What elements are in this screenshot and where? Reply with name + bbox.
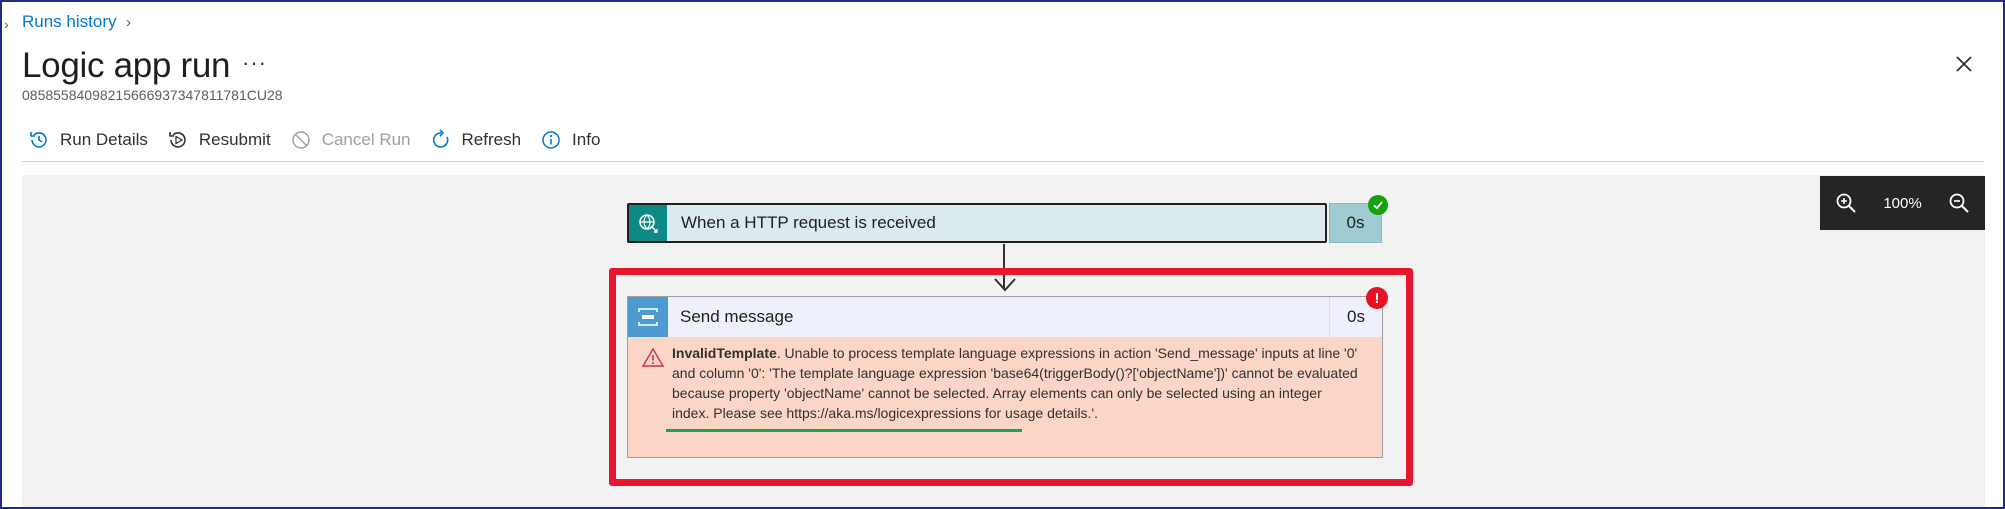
zoom-out-icon[interactable]: [1947, 191, 1971, 215]
annotation-underline: [666, 429, 1022, 432]
close-icon[interactable]: [1952, 52, 1976, 76]
cancel-icon: [291, 131, 310, 149]
run-details-label: Run Details: [60, 130, 148, 149]
cancel-run-label: Cancel Run: [321, 130, 411, 149]
breadcrumb-chevron-icon: ›: [126, 14, 131, 31]
page-title: Logic app run: [22, 46, 231, 85]
more-options-button[interactable]: ···: [242, 50, 267, 76]
refresh-label: Refresh: [461, 130, 522, 149]
resubmit-label: Resubmit: [198, 130, 271, 149]
info-button[interactable]: Info: [540, 129, 600, 151]
zoom-in-icon[interactable]: [1834, 191, 1858, 215]
breadcrumb-expand-chevron-icon[interactable]: ›: [4, 16, 9, 32]
resubmit-icon: [169, 132, 186, 148]
zoom-control: 100%: [1820, 176, 1985, 230]
trigger-name: When a HTTP request is received: [681, 213, 936, 232]
refresh-icon: [432, 129, 448, 148]
history-icon: [30, 132, 47, 148]
run-details-button[interactable]: Run Details: [28, 129, 148, 151]
run-id: 08585584098215666937347811781CU28: [22, 87, 283, 103]
info-icon: [542, 131, 560, 149]
toolbar: Run Details Resubmit Cancel Run Refresh …: [28, 125, 619, 155]
success-check-icon: [1368, 195, 1388, 215]
zoom-level: 100%: [1883, 194, 1922, 212]
toolbar-divider: [22, 161, 1984, 162]
http-request-icon: [629, 205, 667, 241]
breadcrumb-runs-history-link[interactable]: Runs history: [22, 12, 116, 32]
refresh-button[interactable]: Refresh: [430, 129, 522, 151]
resubmit-button[interactable]: Resubmit: [167, 129, 271, 151]
cancel-run-button[interactable]: Cancel Run: [290, 129, 411, 151]
trigger-card[interactable]: When a HTTP request is received: [627, 203, 1327, 243]
info-label: Info: [572, 130, 601, 149]
annotation-highlight-box: [609, 268, 1413, 486]
